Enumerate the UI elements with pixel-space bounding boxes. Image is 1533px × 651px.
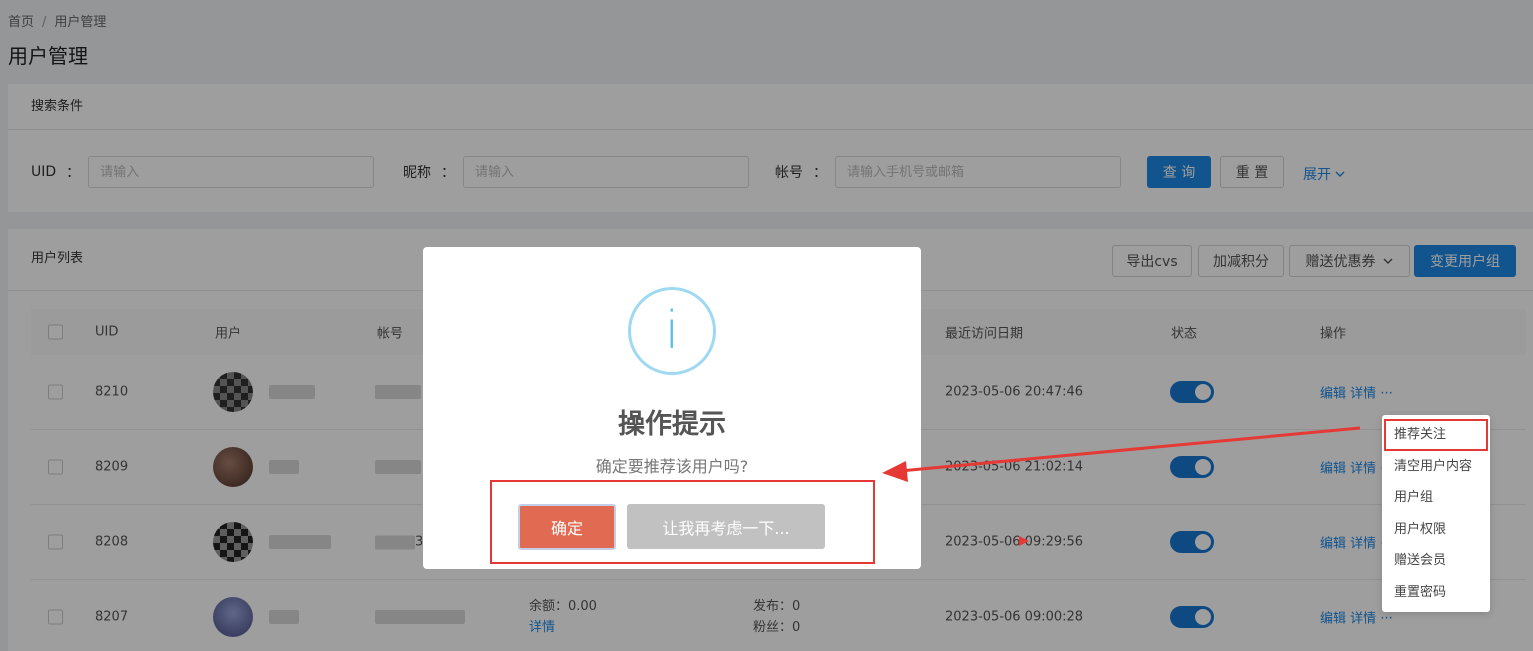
annotation-arrow-line: [899, 426, 1361, 473]
annotation-arrow-head: [882, 461, 908, 482]
annotation-arrow: [882, 426, 1361, 546]
annotation-marker: [1019, 536, 1029, 546]
